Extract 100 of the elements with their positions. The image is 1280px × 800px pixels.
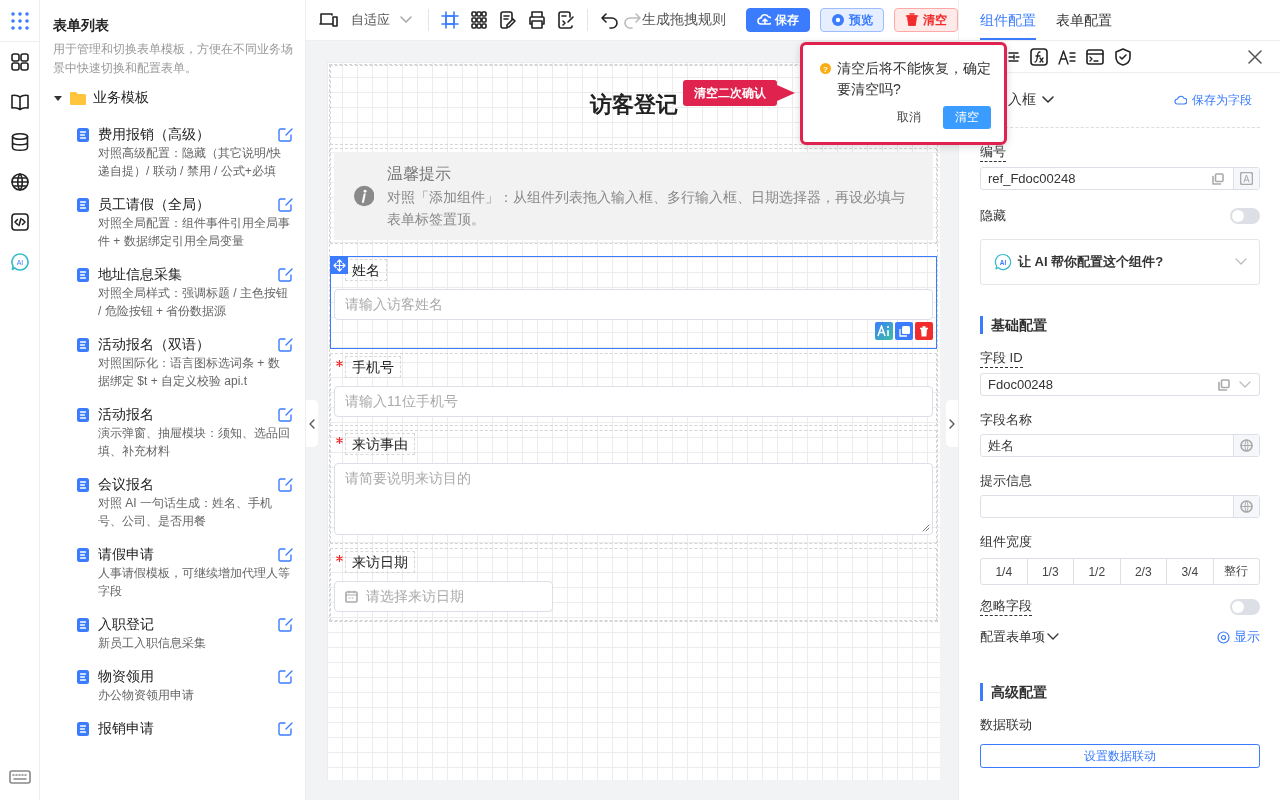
collapse-right-button[interactable] (946, 400, 958, 447)
generate-rule-link[interactable]: 生成拖拽规则 (642, 11, 726, 29)
ai-action-button[interactable] (875, 322, 893, 340)
cancel-button[interactable]: 取消 (897, 109, 921, 126)
terminal-icon[interactable] (1086, 47, 1104, 66)
width-option[interactable]: 1/3 (1026, 559, 1073, 584)
ai-text-icon (877, 325, 891, 337)
resize-grip-icon (922, 524, 930, 532)
clear-button[interactable]: 清空 (894, 8, 958, 32)
width-option[interactable]: 2/3 (1119, 559, 1166, 584)
caret-icon[interactable] (53, 93, 63, 103)
tree-folder[interactable]: 业务模板 (53, 88, 305, 108)
copy-icon[interactable] (1212, 172, 1224, 185)
template-description: 对照高级配置：隐藏（其它说明/快递自提）/ 联动 / 禁用 / 公式+必填 (98, 145, 283, 180)
chevron-down-icon (1042, 96, 1054, 104)
required-asterisk-icon (336, 360, 343, 367)
chevron-down-icon (1235, 258, 1247, 266)
globe-icon[interactable] (9, 172, 30, 192)
width-option[interactable]: 1/2 (1073, 559, 1120, 584)
close-icon[interactable] (1248, 49, 1262, 64)
template-title[interactable]: 活动报名（双语） (98, 334, 269, 354)
move-handle-icon[interactable] (331, 257, 348, 274)
database-icon[interactable] (9, 132, 30, 152)
document-icon (77, 618, 89, 632)
collapse-left-button[interactable] (306, 400, 318, 447)
template-description: 演示弹窗、抽屉模块：须知、选品回填、补充材料 (98, 425, 291, 460)
hint-input[interactable] (980, 495, 1260, 518)
form-field[interactable]: 来访事由 请简要说明来访目的 (330, 430, 937, 544)
form-field[interactable]: 姓名 请输入访客姓名 (330, 256, 937, 349)
field-label: 字段 ID (980, 349, 1023, 368)
book-icon[interactable] (9, 92, 30, 112)
panel-tab[interactable]: 组件配置 (980, 0, 1036, 40)
width-option[interactable]: 1/4 (981, 559, 1027, 584)
show-link[interactable]: 显示 (1217, 628, 1260, 646)
template-title[interactable]: 物资领用 (98, 666, 269, 686)
document-icon (77, 128, 89, 142)
calendar-icon (345, 590, 358, 603)
template-description: 对照全局样式：强调标题 / 主色按钮 / 危险按钮 + 省份数据源 (98, 285, 289, 320)
chevron-right-icon (949, 418, 955, 429)
panel-title: 表单列表 (53, 16, 110, 35)
edit-icon[interactable] (499, 11, 517, 29)
text-a-icon (1240, 172, 1253, 185)
frame-icon[interactable] (441, 11, 459, 29)
form-field[interactable]: 手机号 请输入11位手机号 (330, 353, 937, 426)
template-title[interactable]: 报销申请 (98, 718, 269, 738)
template-description: 新员工入职信息采集 (98, 635, 207, 652)
code-icon[interactable] (9, 212, 30, 232)
field-label: 字段名称 (980, 411, 1032, 429)
copy-icon[interactable] (1218, 378, 1230, 391)
device-icon[interactable] (319, 12, 339, 28)
layout-select[interactable]: 自适应 (349, 7, 414, 33)
template-title[interactable]: 活动报名 (98, 404, 269, 424)
ref-field[interactable]: ref_Fdoc00248 (980, 167, 1260, 190)
template-title[interactable]: 会议报名 (98, 474, 269, 494)
template-title[interactable]: 费用报销（高级） (98, 124, 269, 144)
field-id-select[interactable]: Fdoc00248 (980, 373, 1260, 396)
keyboard-icon[interactable] (8, 770, 31, 784)
panel-tab[interactable]: 表单配置 (1056, 0, 1112, 40)
save-as-field-link[interactable]: 保存为字段 (1174, 91, 1260, 109)
notice-text: 对照「添加组件」：从组件列表拖入输入框、多行输入框、日期选择器，再设必填与表单标签置顶。 (387, 188, 907, 229)
template-title[interactable]: 地址信息采集 (98, 264, 269, 284)
chevron-down-icon (400, 16, 412, 24)
copy-button[interactable] (895, 322, 913, 340)
data-linkage-button[interactable]: 设置数据联动 (980, 744, 1260, 768)
ai-prompt: 让 AI 帮你配置这个组件? (1018, 253, 1164, 271)
info-icon (354, 184, 375, 208)
undo-icon[interactable] (600, 11, 618, 29)
field-label: 来访事由 (345, 433, 415, 455)
delete-button[interactable] (915, 322, 933, 340)
document-icon (77, 338, 89, 352)
question-icon: ? (820, 63, 831, 74)
width-option[interactable]: 整行 (1212, 559, 1259, 584)
text-style-icon[interactable] (1058, 47, 1076, 66)
formula-icon[interactable] (1030, 47, 1048, 66)
template-description: 人事请假模板，可继续增加代理人等字段 (98, 565, 291, 600)
form-item-toggle[interactable]: 配置表单项 (980, 628, 1059, 646)
component-type-select[interactable]: 入框 (1008, 91, 1054, 109)
template-title[interactable]: 请假申请 (98, 544, 269, 564)
printer-icon[interactable] (528, 11, 546, 29)
toggle-switch[interactable] (1230, 598, 1260, 615)
grid-icon[interactable] (9, 52, 30, 72)
toggle-switch[interactable] (1230, 208, 1260, 224)
width-option[interactable]: 3/4 (1166, 559, 1213, 584)
document-icon (77, 268, 89, 282)
confirm-message: 清空后将不能恢复，确定要清空吗? (837, 59, 991, 99)
apps-icon[interactable] (9, 10, 30, 31)
grid-icon[interactable] (470, 11, 488, 29)
save-button[interactable]: 保存 (746, 8, 810, 32)
form-title: 访客登记 (589, 91, 678, 119)
panel-description: 用于管理和切换表单模板，方便在不同业务场景中快速切换和配置表单。 (53, 41, 294, 77)
script-icon[interactable] (557, 11, 575, 29)
field-name-input[interactable]: 姓名 (980, 434, 1260, 457)
document-icon (77, 670, 89, 684)
template-title[interactable]: 入职登记 (98, 614, 269, 634)
chevron-down-icon (1239, 380, 1251, 389)
form-field[interactable]: 来访日期 请选择来访日期 (330, 548, 937, 621)
template-title[interactable]: 员工请假（全局） (98, 194, 269, 214)
shield-icon[interactable] (1114, 47, 1132, 66)
field-label: 手机号 (345, 356, 401, 378)
move-arrows-icon (331, 257, 348, 274)
